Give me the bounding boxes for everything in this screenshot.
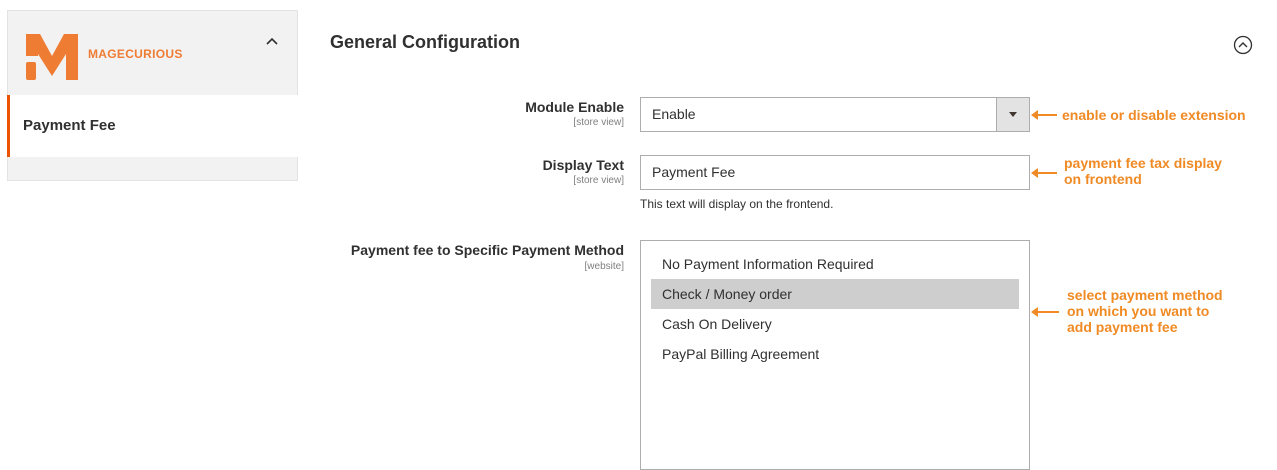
annotation-enable: enable or disable extension xyxy=(1062,107,1246,123)
payment-method-multiselect[interactable]: No Payment Information Required Check / … xyxy=(640,240,1030,470)
sidebar-item-label: Payment Fee xyxy=(23,117,116,134)
option-cash-on-delivery[interactable]: Cash On Delivery xyxy=(651,309,1019,339)
payment-method-label: Payment fee to Specific Payment Method xyxy=(350,242,624,258)
annotation-method-line1: select payment method xyxy=(1067,287,1223,303)
option-no-payment-info[interactable]: No Payment Information Required xyxy=(651,249,1019,279)
dropdown-arrow-icon[interactable] xyxy=(996,98,1029,131)
option-check-money-order[interactable]: Check / Money order xyxy=(651,279,1019,309)
annotation-arrow-enable xyxy=(1031,110,1057,120)
brand-name: MAGECURIOUS xyxy=(88,47,183,61)
payment-method-scope: [website] xyxy=(584,261,624,272)
option-paypal-billing[interactable]: PayPal Billing Agreement xyxy=(651,339,1019,369)
annotation-arrow-display xyxy=(1031,168,1057,178)
collapse-circle-icon[interactable] xyxy=(1233,35,1253,55)
display-text-note: This text will display on the frontend. xyxy=(640,197,834,211)
sidebar-item-payment-fee[interactable]: Payment Fee xyxy=(7,95,298,157)
module-enable-scope: [store view] xyxy=(573,117,624,128)
annotation-display-line2: on frontend xyxy=(1064,171,1142,187)
chevron-up-icon[interactable] xyxy=(262,33,282,49)
display-text-input[interactable]: Payment Fee xyxy=(640,155,1030,190)
display-text-label: Display Text xyxy=(542,157,624,173)
module-enable-label: Module Enable xyxy=(525,99,624,115)
magecurious-logo xyxy=(26,34,78,80)
annotation-arrow-method xyxy=(1031,307,1059,317)
section-title[interactable]: General Configuration xyxy=(330,32,520,53)
module-enable-value: Enable xyxy=(652,106,696,122)
annotation-method-line2: on which you want to xyxy=(1067,303,1210,319)
display-text-scope: [store view] xyxy=(573,175,624,186)
display-text-value: Payment Fee xyxy=(652,164,736,180)
annotation-display-line1: payment fee tax display xyxy=(1064,155,1222,171)
annotation-method-line3: add payment fee xyxy=(1067,319,1178,335)
sidebar-header[interactable]: MAGECURIOUS xyxy=(8,11,297,97)
module-enable-select[interactable]: Enable xyxy=(640,97,1030,132)
